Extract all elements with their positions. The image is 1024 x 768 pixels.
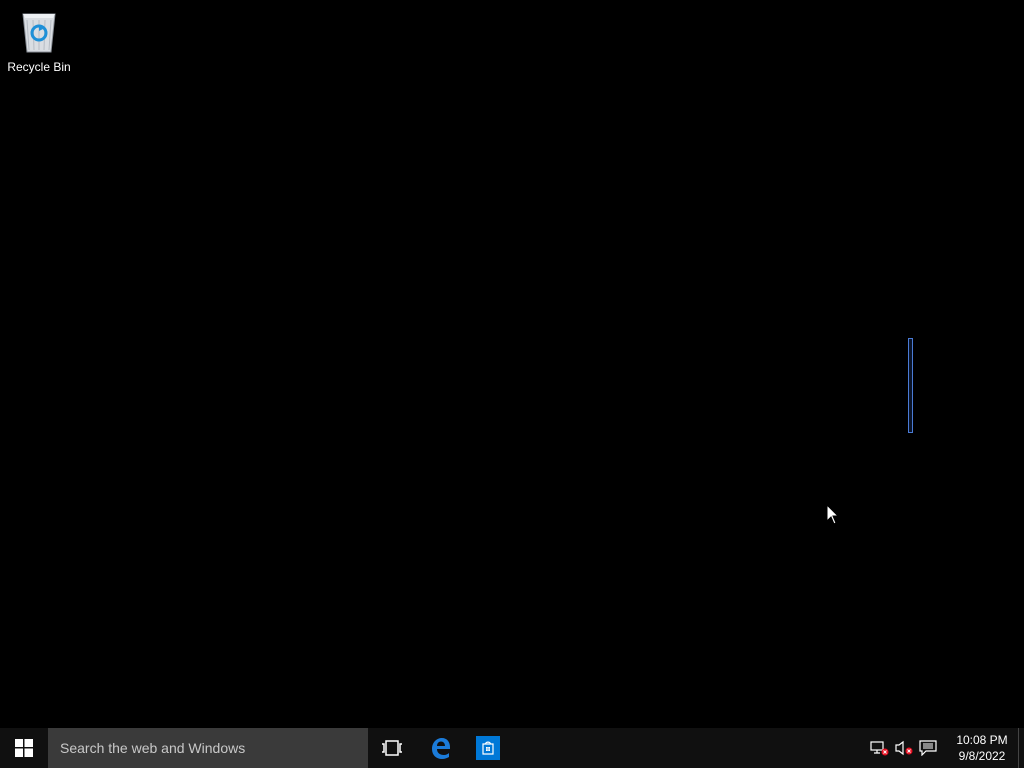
system-tray: 10:08 PM 9/8/2022 xyxy=(868,728,1024,768)
volume-tray-button[interactable] xyxy=(892,728,916,768)
store-icon xyxy=(476,736,500,760)
collapsed-window-edge[interactable] xyxy=(908,338,913,433)
desktop[interactable]: Recycle Bin xyxy=(0,0,1024,728)
task-view-icon xyxy=(382,740,402,756)
clock-time: 10:08 PM xyxy=(956,733,1008,747)
edge-icon xyxy=(432,738,450,759)
search-input[interactable]: Search the web and Windows xyxy=(48,728,368,768)
edge-taskbar-button[interactable] xyxy=(416,728,464,768)
network-tray-button[interactable] xyxy=(868,728,892,768)
recycle-bin-label: Recycle Bin xyxy=(7,60,71,74)
volume-muted-icon xyxy=(895,740,913,756)
windows-logo-icon xyxy=(15,739,33,757)
clock-date: 9/8/2022 xyxy=(958,749,1006,763)
task-view-button[interactable] xyxy=(368,728,416,768)
mouse-cursor-icon xyxy=(826,504,840,525)
search-placeholder: Search the web and Windows xyxy=(60,740,246,756)
store-taskbar-button[interactable] xyxy=(464,728,512,768)
show-desktop-button[interactable] xyxy=(1018,728,1024,768)
action-center-button[interactable] xyxy=(916,728,940,768)
start-button[interactable] xyxy=(0,728,48,768)
action-center-icon xyxy=(919,740,937,756)
recycle-bin-shortcut[interactable]: Recycle Bin xyxy=(4,4,74,74)
recycle-bin-icon xyxy=(22,13,56,53)
network-disconnected-icon xyxy=(870,741,889,756)
clock[interactable]: 10:08 PM 9/8/2022 xyxy=(950,728,1014,768)
taskbar: Search the web and Windows 10:08 PM 9/8/… xyxy=(0,728,1024,768)
